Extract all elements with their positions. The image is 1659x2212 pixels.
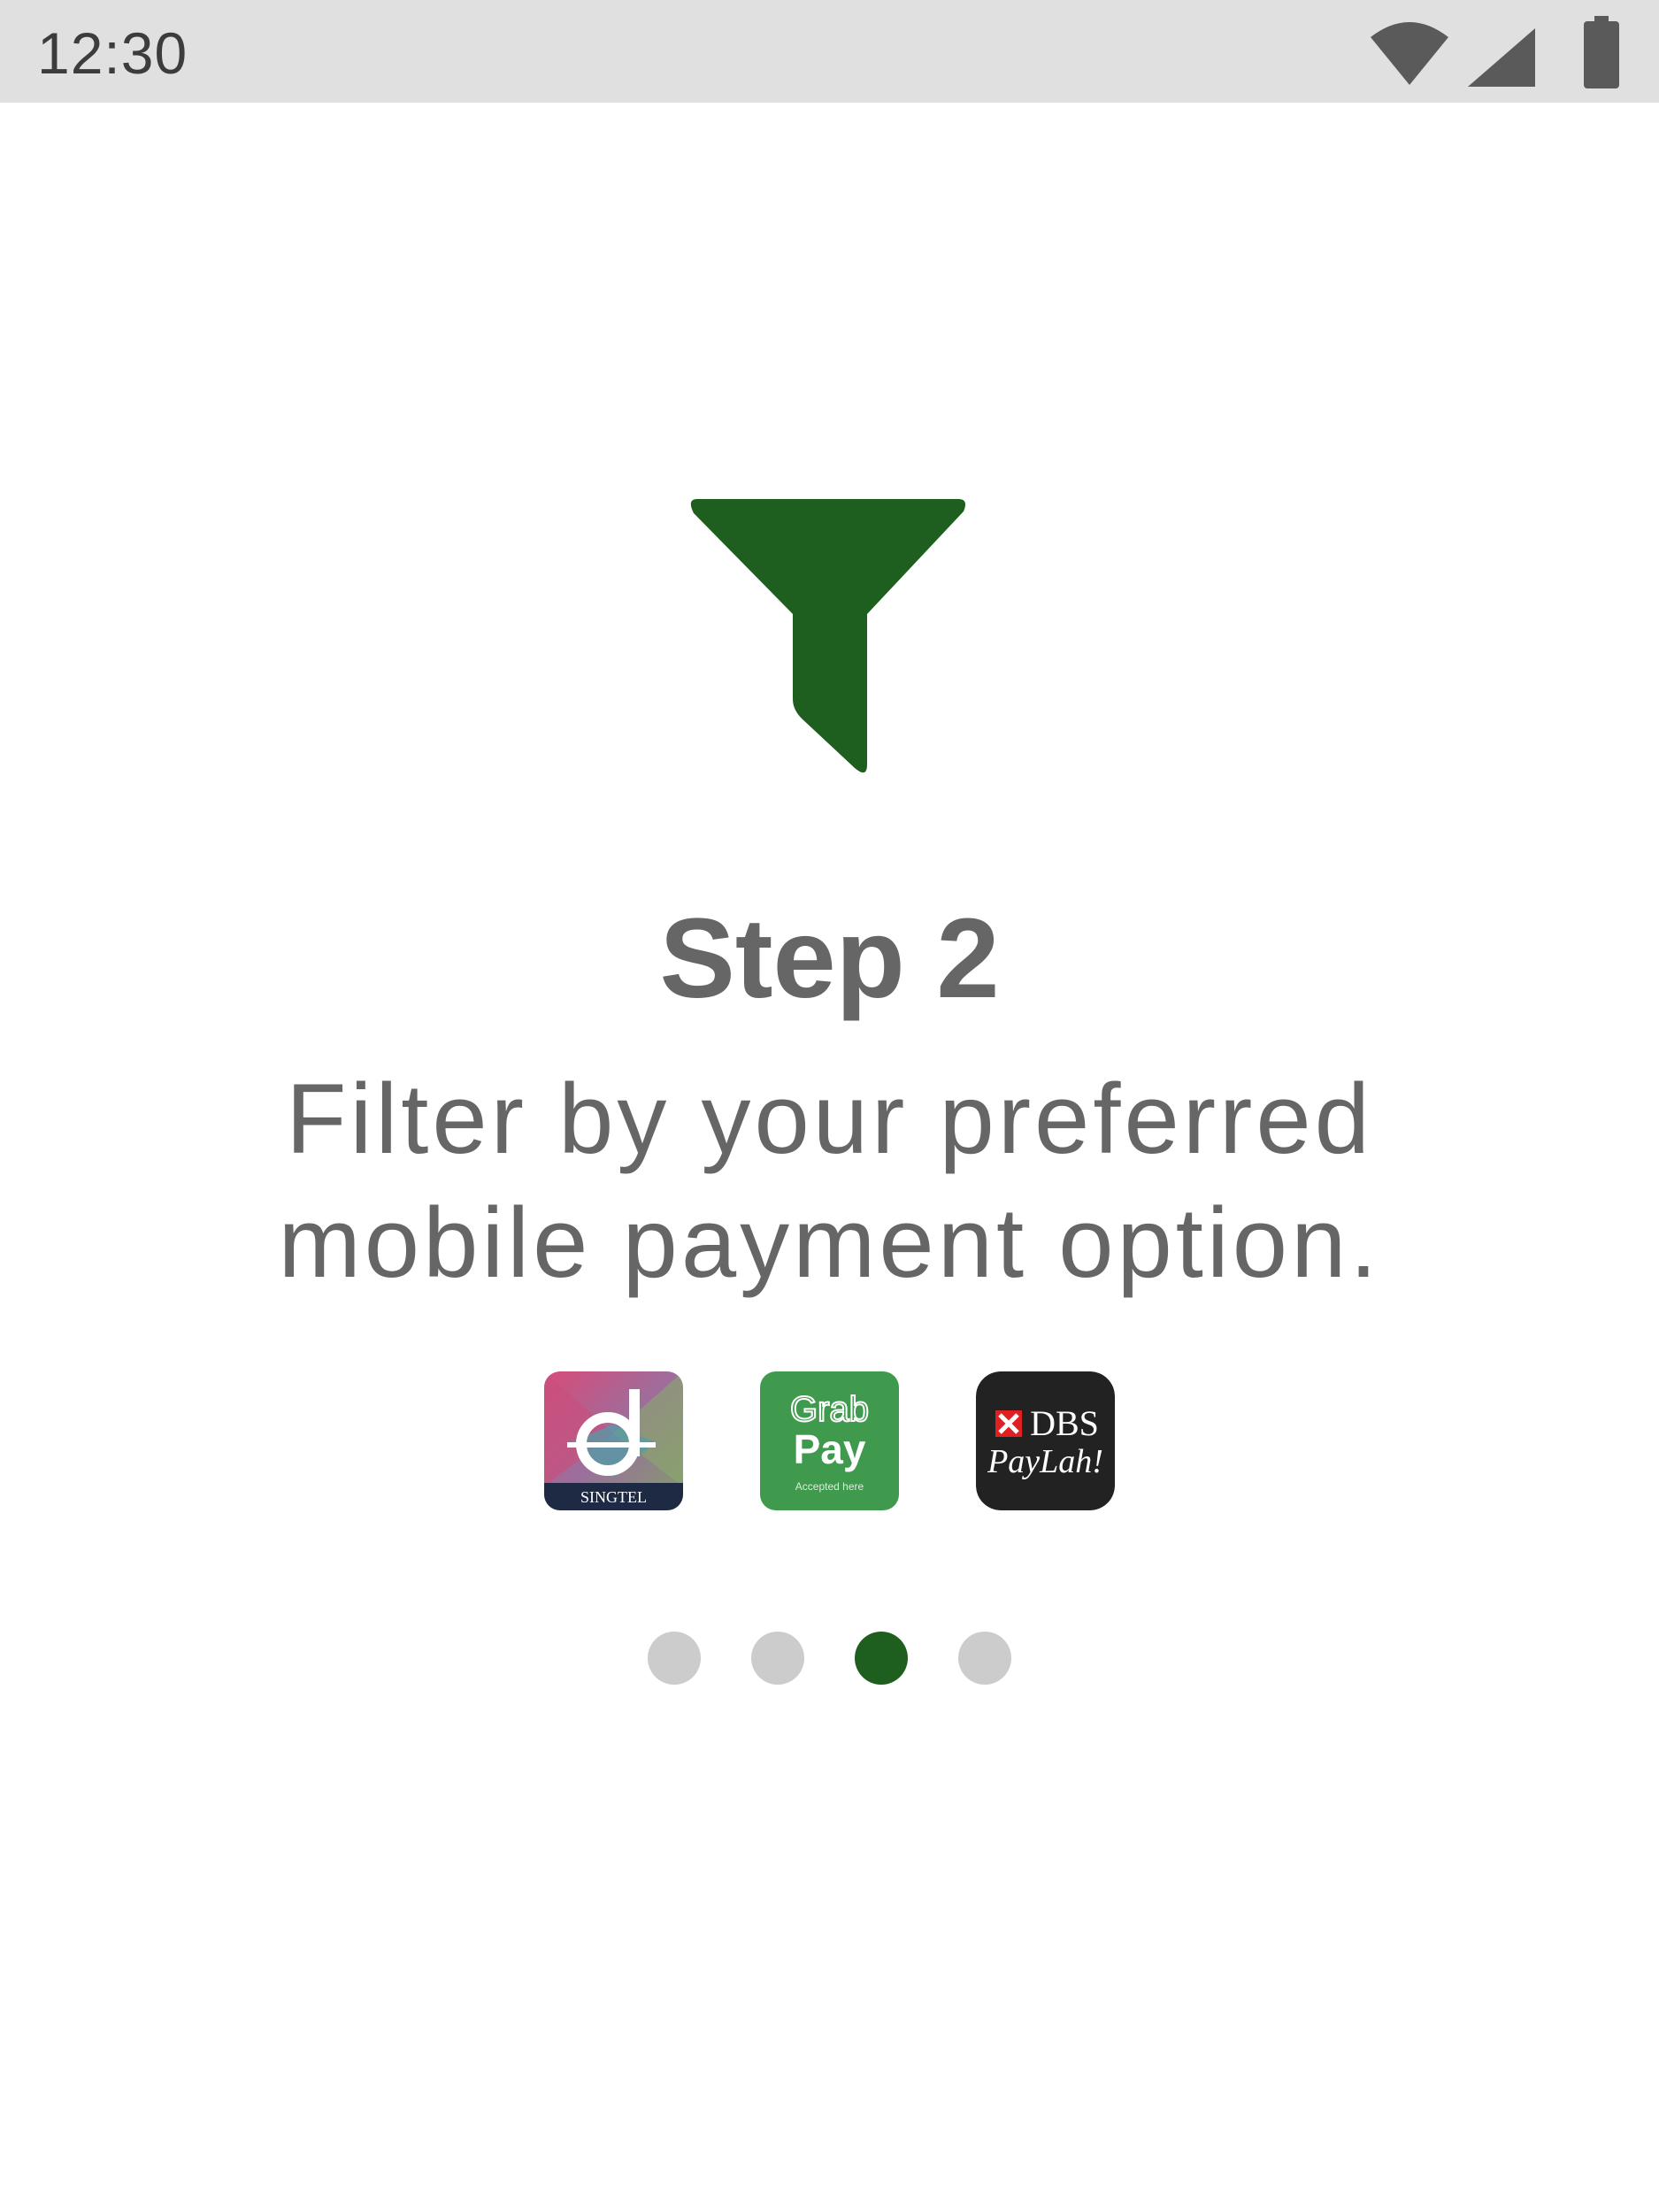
step-description-line-2: mobile payment option. — [278, 1187, 1381, 1298]
page-dot-1[interactable] — [648, 1632, 701, 1685]
filter-icon — [690, 499, 965, 773]
page-indicator — [0, 1632, 1659, 1685]
grabpay-icon: Grab Pay Accepted here — [760, 1371, 899, 1510]
page-dot-2[interactable] — [751, 1632, 804, 1685]
dbs-paylah-icon: DBS PayLah! — [976, 1371, 1115, 1510]
paylah-brand: PayLah! — [987, 1443, 1103, 1480]
grabpay-brand-line-1: Grab — [790, 1390, 869, 1429]
battery-icon — [1584, 16, 1619, 88]
grabpay-tagline: Accepted here — [795, 1480, 864, 1493]
step-description-line-1: Filter by your preferred — [286, 1064, 1373, 1174]
step-description: Filter by your preferred mobile payment … — [0, 1057, 1659, 1305]
dbs-brand: DBS — [1030, 1403, 1099, 1443]
grabpay-brand-line-2: Pay — [794, 1426, 866, 1472]
status-bar: 12:30 — [0, 0, 1659, 103]
singtel-label: SINGTEL — [580, 1488, 647, 1506]
page-dot-4[interactable] — [958, 1632, 1011, 1685]
page-dot-3-active[interactable] — [855, 1632, 908, 1685]
singtel-dash-icon: SINGTEL — [544, 1371, 683, 1510]
status-time: 12:30 — [37, 20, 188, 86]
wifi-icon — [1371, 22, 1448, 85]
step-title: Step 2 — [659, 895, 1000, 1022]
signal-icon — [1468, 28, 1535, 87]
